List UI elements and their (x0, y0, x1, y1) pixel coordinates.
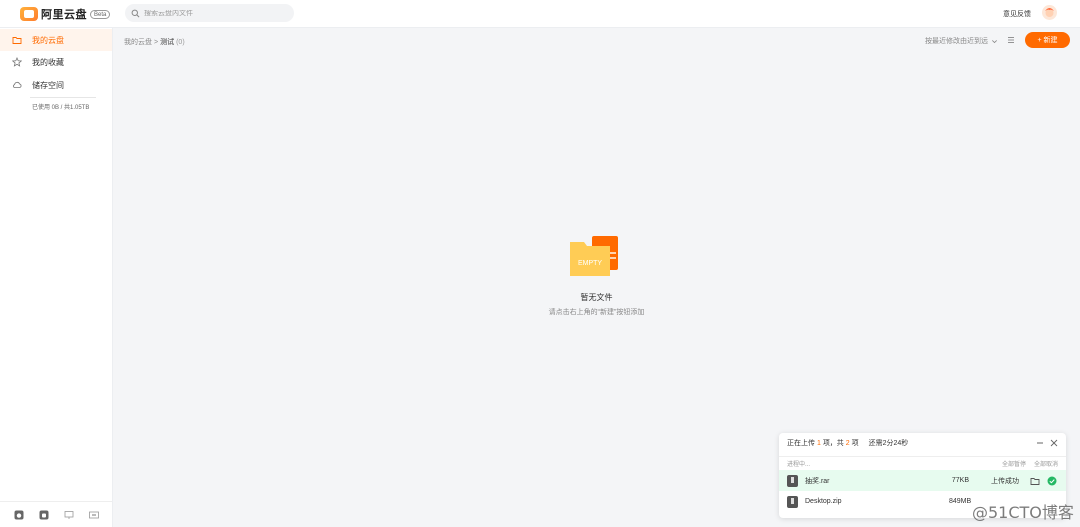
sidebar-item-label: 我的收藏 (32, 57, 64, 67)
list-view-icon[interactable] (1006, 35, 1016, 45)
android-icon[interactable] (39, 510, 49, 520)
upload-status-prefix: 正在上传 (787, 440, 815, 447)
breadcrumb-root[interactable]: 我的云盘 (124, 37, 152, 47)
sidebar-item-label: 储存空间 (32, 80, 64, 90)
avatar[interactable] (1042, 5, 1057, 20)
file-status: 上传成功 (991, 477, 1019, 485)
upload-status-mid: 项，共 (822, 440, 844, 447)
storage-usage-text: 已使用 0B / 共1.05TB (32, 105, 90, 111)
empty-folder-illustration: EMPTY (570, 236, 618, 276)
item-count: (0) (176, 38, 185, 46)
tv-icon[interactable] (88, 510, 99, 520)
empty-hint-text: 请点击右上角的“新建”按钮添加 (548, 309, 645, 316)
breadcrumb: 我的云盘 > 测试 (0) (124, 37, 185, 47)
sidebar: 我的云盘 我的收藏 储存空间 已使用 0B / 共1.05TB (0, 28, 113, 527)
empty-title: 暂无文件 (0, 292, 1080, 303)
new-button[interactable]: + 新建 (1025, 32, 1070, 48)
open-folder-icon[interactable] (1030, 476, 1040, 486)
chevron-down-icon (992, 39, 997, 43)
upload-row: 抽奖.rar 77KB 上传成功 (779, 470, 1066, 491)
sidebar-item-my-drive[interactable]: 我的云盘 (0, 29, 112, 51)
sidebar-item-storage[interactable]: 储存空间 (0, 74, 112, 96)
breadcrumb-separator: > (154, 38, 159, 46)
feedback-link[interactable]: 意见反馈 (1003, 9, 1031, 19)
minimize-icon[interactable] (1035, 438, 1045, 448)
breadcrumb-current: 测试 (160, 39, 175, 46)
upload-remaining-time: 还需2分24秒 (868, 440, 909, 447)
empty-title-text: 暂无文件 (580, 293, 613, 302)
sort-dropdown[interactable]: 按最近修改由近到远 (925, 36, 998, 46)
file-size: 849MB (949, 498, 972, 505)
logo-icon (20, 7, 38, 21)
apple-icon[interactable] (14, 510, 24, 520)
search-input[interactable] (144, 9, 284, 17)
archive-file-icon (787, 495, 798, 508)
upload-subheader: 进程中... 全部暂停 全部取消 (779, 456, 1066, 470)
cancel-all-button[interactable]: 全部取消 (1034, 459, 1058, 468)
search-box[interactable] (125, 4, 294, 22)
upload-header: 正在上传 1 项，共 2 项 还需2分24秒 (779, 433, 1066, 453)
upload-progress-label: 进程中... (787, 462, 811, 468)
upload-status-suffix: 项 (851, 440, 859, 447)
empty-illustration-label: EMPTY (578, 260, 602, 267)
star-icon (12, 57, 22, 67)
file-name: Desktop.zip (805, 498, 842, 505)
plus-icon: + (1037, 36, 1042, 44)
new-button-label: 新建 (1043, 37, 1058, 44)
empty-hint: 请点击右上角的“新建”按钮添加 (0, 307, 1080, 317)
upload-current-count: 1 (816, 439, 821, 447)
top-bar: 阿里云盘 Beta 意见反馈 (0, 0, 1080, 28)
storage-progress-bar (30, 97, 96, 98)
watermark: @51CTO博客 (972, 503, 1074, 522)
success-check-icon (1047, 476, 1057, 485)
beta-badge: Beta (90, 9, 111, 19)
sidebar-item-label: 我的云盘 (32, 35, 64, 45)
close-icon[interactable] (1049, 438, 1059, 448)
app-name: 阿里云盘 (41, 9, 87, 21)
app-logo[interactable]: 阿里云盘 Beta (20, 6, 111, 22)
folder-icon (12, 37, 22, 44)
file-name: 抽奖.rar (805, 477, 830, 485)
upload-total-count: 2 (845, 439, 850, 447)
file-size: 77KB (951, 477, 969, 484)
sidebar-item-favorites[interactable]: 我的收藏 (0, 51, 112, 73)
pause-all-button[interactable]: 全部暂停 (1002, 459, 1026, 468)
windows-icon[interactable] (64, 510, 74, 520)
sort-label: 按最近修改由近到远 (925, 38, 988, 45)
download-client-icons (0, 501, 112, 527)
archive-file-icon (787, 474, 798, 487)
cloud-icon (13, 81, 22, 88)
search-icon (131, 9, 140, 17)
